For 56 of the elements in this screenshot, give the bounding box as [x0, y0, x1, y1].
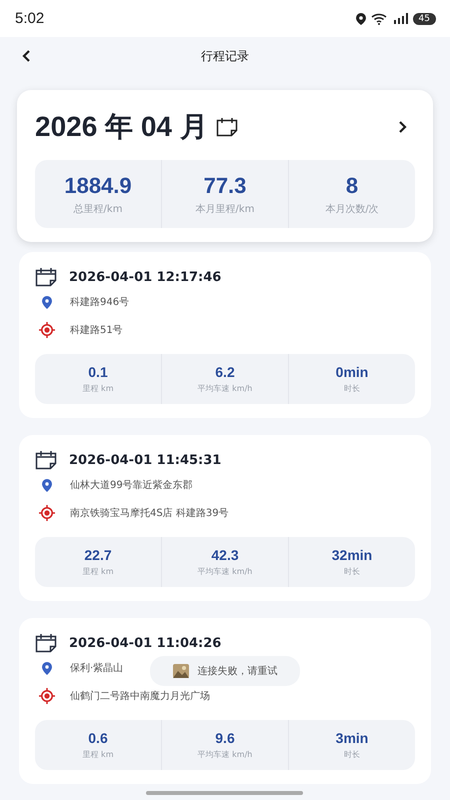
calendar-icon — [35, 267, 57, 287]
start-address: 保利·紫晶山 — [70, 662, 124, 675]
stat-label: 时长 — [344, 383, 360, 394]
stat-label: 里程 km — [82, 383, 114, 394]
wifi-icon — [370, 12, 389, 24]
target-icon — [39, 505, 55, 521]
stat-label: 里程 km — [82, 749, 114, 760]
stat-label: 平均车速 km/h — [198, 749, 252, 760]
trip-datetime: 2026-04-01 12:17:46 — [69, 270, 222, 284]
stat-value: 0.6 — [88, 730, 108, 746]
stat-value: 6.2 — [215, 364, 235, 380]
start-address: 科建路946号 — [70, 296, 130, 309]
trip-datetime: 2026-04-01 11:45:31 — [69, 452, 222, 468]
page-title: 行程记录 — [201, 48, 249, 64]
trip-datetime: 2026-04-01 11:04:26 — [69, 636, 222, 650]
app-icon — [172, 664, 188, 678]
target-icon — [39, 688, 55, 704]
stat-label: 平均车速 km/h — [198, 383, 252, 394]
calendar-icon[interactable] — [216, 117, 238, 137]
stat-label: 平均车速 km/h — [198, 566, 252, 577]
stat-value: 0.1 — [88, 364, 108, 380]
location-pin-icon — [39, 662, 55, 674]
stat-value: 77.3 — [204, 172, 246, 198]
location-pin-icon — [39, 296, 55, 308]
location-pin-icon — [39, 478, 55, 492]
stat-value: 9.6 — [215, 730, 235, 746]
signal-icon — [394, 13, 408, 24]
stat-value: 1884.9 — [64, 172, 132, 198]
stat-value: 3min — [336, 730, 368, 746]
stat-value: 0min — [336, 364, 368, 380]
stat-label: 本月里程/km — [196, 202, 254, 216]
month-title: 2026 年 04 月 — [35, 110, 208, 144]
calendar-icon — [35, 450, 57, 470]
start-address: 仙林大道99号靠近紫金东郡 — [70, 478, 193, 492]
stat-label: 总里程/km — [74, 202, 122, 216]
status-time: 5:02 — [15, 10, 44, 27]
stat-value: 8 — [346, 172, 358, 198]
target-icon — [39, 322, 55, 338]
toast-message: 连接失败，请重试 — [198, 664, 278, 678]
back-icon — [22, 49, 31, 63]
stat-value: 22.7 — [84, 547, 112, 563]
end-address: 南京铁骑宝马摩托4S店 科建路39号 — [70, 506, 229, 520]
trip-card[interactable]: 2026-04-01 11:45:31 仙林大道99号靠近紫金东郡 南京铁骑宝马摩托4S店 科建路39号 22.7 里程 km 42.3 平均车速 km/h 32min 时长 — [19, 435, 431, 601]
stat-value: 42.3 — [211, 547, 239, 563]
end-address: 科建路51号 — [70, 324, 123, 337]
stat-label: 里程 km — [82, 566, 114, 577]
next-month-icon[interactable] — [398, 120, 407, 134]
calendar-icon — [35, 633, 57, 653]
battery-indicator: 45 — [412, 12, 436, 24]
stat-label: 时长 — [344, 749, 360, 760]
stat-label: 本月次数/次 — [325, 202, 379, 216]
location-icon — [356, 12, 366, 24]
stat-label: 时长 — [344, 566, 360, 577]
end-address: 仙鹤门二号路中南魔力月光广场 — [70, 690, 210, 703]
stat-value: 32min — [332, 547, 372, 563]
trip-card[interactable]: 2026-04-01 12:17:46 科建路946号 科建路51号 0.1 里程 km 6.2 平均车速 km/h 0min 时长 — [19, 252, 431, 418]
